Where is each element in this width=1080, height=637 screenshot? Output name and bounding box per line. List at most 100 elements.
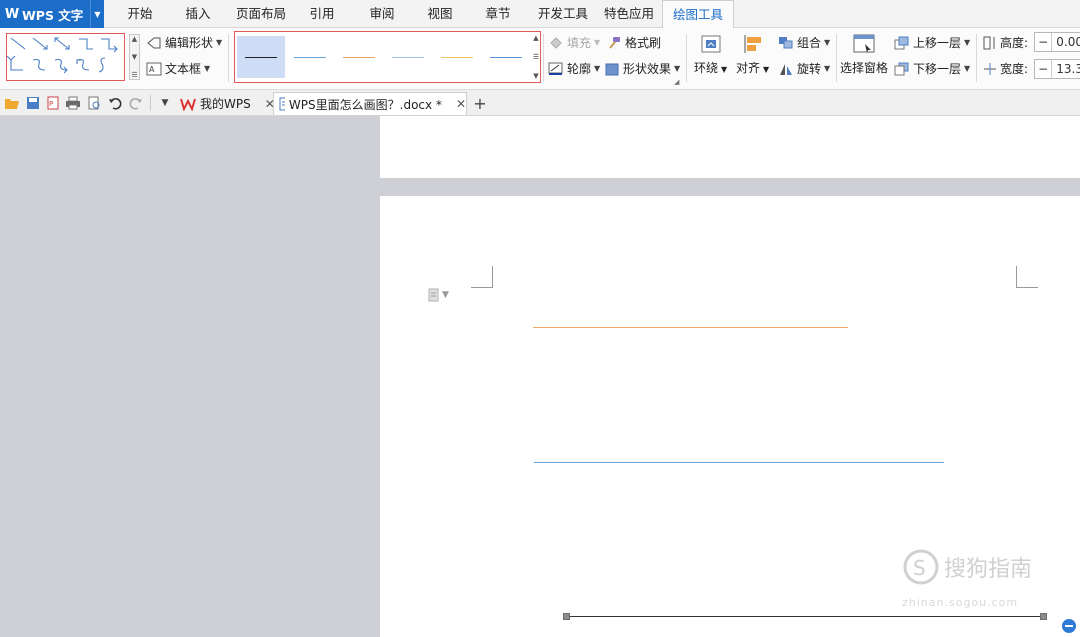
height-control: 高度: — [983, 34, 1028, 51]
doc-tab-active-document[interactable]: WPS里面怎么画图？.docx * ✕ — [273, 92, 467, 115]
wrap-label: 环绕 — [694, 61, 719, 75]
scroll-up-icon[interactable]: ▲ — [132, 35, 137, 43]
ribbon-divider — [228, 34, 229, 82]
width-icon — [984, 62, 996, 75]
expand-gallery-icon[interactable]: ☰ — [131, 71, 137, 79]
drawn-line-selected[interactable] — [566, 616, 1044, 617]
shape-style-gallery[interactable] — [234, 31, 541, 83]
width-decrement-button[interactable]: − — [1035, 60, 1053, 78]
tab-developer[interactable]: 开发工具 — [534, 0, 592, 28]
connector-shape-gallery[interactable] — [6, 33, 125, 81]
close-tab-icon[interactable]: ✕ — [456, 97, 466, 111]
ribbon: ▲ ▼ ☰ 编辑形状▼ A 文本框▼ ▲ ☰ ▼ 填充▼ 格式刷 轮廓▼ — [0, 28, 1080, 90]
wps-logo-icon: W — [4, 6, 20, 22]
undo-icon[interactable] — [107, 95, 123, 111]
app-dropdown-icon[interactable]: ▼ — [90, 0, 104, 28]
tab-view[interactable]: 视图 — [418, 0, 462, 28]
tab-references[interactable]: 引用 — [300, 0, 344, 28]
group-label: 组合 — [797, 36, 822, 50]
redo-icon[interactable] — [128, 95, 144, 111]
height-decrement-button[interactable]: − — [1035, 33, 1053, 51]
wrap-button[interactable]: 环绕 ▼ — [694, 34, 727, 76]
scroll-up-icon[interactable]: ▲ — [533, 34, 538, 42]
text-box-button[interactable]: A 文本框 ▼ — [146, 60, 210, 77]
scroll-down-icon[interactable]: ▼ — [132, 53, 137, 61]
outline-button[interactable]: 轮廓 ▼ — [548, 60, 600, 77]
line-start-handle[interactable] — [563, 613, 570, 620]
ribbon-divider — [836, 34, 837, 82]
doc-tab-label: WPS里面怎么画图？.docx * — [288, 97, 442, 112]
document-page-previous — [380, 116, 1080, 178]
bring-forward-button[interactable]: 上移一层 ▼ — [894, 34, 970, 51]
customize-toolbar-icon[interactable]: ▼ — [157, 95, 173, 111]
print-icon[interactable] — [65, 95, 81, 111]
ribbon-divider — [976, 34, 977, 82]
tab-insert[interactable]: 插入 — [176, 0, 220, 28]
brush-icon — [609, 36, 620, 49]
export-pdf-icon[interactable]: P — [45, 95, 61, 111]
app-menu-button[interactable]: W WPS 文字 ▼ — [0, 0, 104, 28]
watermark-url: zhinan.sogou.com — [902, 596, 1019, 609]
rotate-button[interactable]: 旋转 ▼ — [778, 60, 830, 77]
height-icon — [983, 36, 995, 49]
dialog-launcher-icon[interactable]: ◢ — [674, 78, 679, 86]
tab-review[interactable]: 审阅 — [360, 0, 404, 28]
line-style-swatch[interactable] — [482, 36, 530, 78]
align-button[interactable]: 对齐 ▼ — [736, 34, 769, 76]
tab-home[interactable]: 开始 — [118, 0, 162, 28]
save-icon[interactable] — [25, 95, 41, 111]
group-button[interactable]: 组合 ▼ — [778, 34, 830, 51]
width-input[interactable]: − 13.3 — [1034, 59, 1080, 79]
line-style-swatch[interactable] — [433, 36, 481, 78]
group-icon — [779, 36, 793, 48]
height-input[interactable]: − 0.00 — [1034, 32, 1080, 52]
open-folder-icon[interactable] — [4, 95, 20, 111]
tab-chapter[interactable]: 章节 — [476, 0, 520, 28]
document-icon — [279, 97, 285, 111]
drawn-line-orange[interactable] — [533, 327, 848, 328]
format-painter-button[interactable]: 格式刷 — [606, 34, 661, 51]
height-value: 0.00 — [1056, 35, 1080, 49]
line-style-swatch[interactable] — [286, 36, 334, 78]
edit-shape-icon — [147, 37, 161, 48]
text-box-icon: A — [146, 62, 162, 75]
line-style-swatch[interactable] — [335, 36, 383, 78]
edit-shape-button[interactable]: 编辑形状 ▼ — [146, 34, 222, 51]
text-box-label: 文本框 — [165, 62, 202, 76]
line-style-preview — [245, 57, 277, 58]
send-backward-button[interactable]: 下移一层 ▼ — [894, 60, 970, 77]
expand-gallery-icon[interactable]: ☰ — [533, 53, 539, 61]
svg-text:S: S — [913, 556, 926, 580]
ribbon-divider — [686, 34, 687, 82]
new-tab-icon[interactable]: + — [472, 94, 488, 113]
line-style-swatch[interactable] — [384, 36, 432, 78]
shape-gallery-scroll[interactable]: ▲ ▼ ☰ — [129, 34, 140, 80]
paragraph-options-icon[interactable]: ▼ — [428, 288, 449, 302]
line-style-swatch[interactable] — [237, 36, 285, 78]
toolbar-divider — [150, 95, 151, 111]
selection-pane-button[interactable]: 选择窗格 — [840, 34, 888, 76]
margin-corner-mark — [471, 266, 493, 288]
tab-drawing-tools[interactable]: 绘图工具 — [662, 0, 734, 29]
height-label: 高度: — [1000, 36, 1029, 50]
scroll-down-icon[interactable]: ▼ — [533, 72, 538, 80]
style-gallery-scroll[interactable]: ▲ ☰ ▼ — [531, 34, 541, 80]
watermark: S 搜狗指南 — [902, 548, 1032, 586]
svg-text:A: A — [149, 65, 155, 74]
fill-button[interactable]: 填充 ▼ — [548, 34, 600, 51]
drawn-line-blue[interactable] — [534, 462, 944, 463]
print-preview-icon[interactable] — [86, 95, 102, 111]
shape-effects-button[interactable]: 形状效果 ▼ — [604, 60, 680, 77]
width-control: 宽度: — [983, 60, 1028, 77]
quick-access-bar: P ▼ 我的WPS ✕ WPS里面怎么画图？.docx * ✕ + — [0, 90, 1080, 116]
zoom-out-button[interactable] — [1062, 619, 1076, 633]
shape-effects-icon — [605, 63, 619, 75]
svg-text:P: P — [49, 100, 53, 108]
wps-home-icon — [180, 98, 196, 111]
doc-tab-my-wps[interactable]: 我的WPS ✕ — [178, 92, 275, 115]
tab-page-layout[interactable]: 页面布局 — [232, 0, 290, 28]
rotate-label: 旋转 — [797, 62, 822, 76]
line-end-handle[interactable] — [1040, 613, 1047, 620]
tab-features[interactable]: 特色应用 — [600, 0, 658, 28]
align-label: 对齐 — [736, 61, 761, 75]
